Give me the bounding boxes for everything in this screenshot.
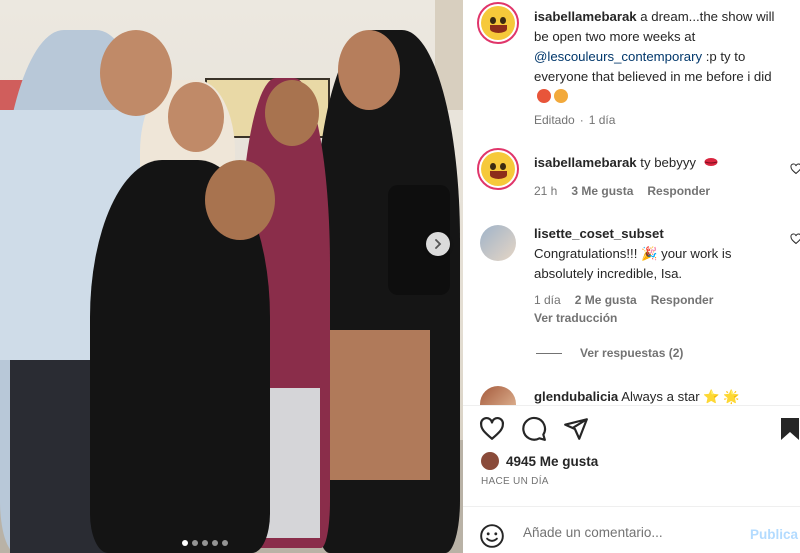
comment-avatar[interactable] [480,225,516,261]
carousel-dots [182,540,228,546]
view-replies-button[interactable]: Ver respuestas (2) [536,346,683,360]
comment-input[interactable] [523,525,763,540]
divider [463,405,800,406]
face [100,30,172,116]
comment-likes-link[interactable]: 3 Me gusta [571,184,633,198]
face [338,30,400,110]
carousel-dot[interactable] [202,540,208,546]
caption-meta: Editado · 1 día [534,113,616,127]
comment-username[interactable]: isabellamebarak [534,155,637,170]
post-time: HACE UN DÍA [481,476,549,487]
carousel-next-button[interactable] [426,232,450,256]
comment-likes-link[interactable]: 2 Me gusta [575,293,637,307]
face [168,82,224,152]
emoji-icon [537,89,551,103]
see-translation-link[interactable]: Ver traducción [534,311,617,325]
mention-link[interactable]: @lescouleurs_contemporary [534,49,702,64]
comment-text: isabellamebarak ty bebyyy [534,153,788,173]
caption-avatar[interactable] [477,2,519,44]
divider-line [536,352,562,354]
add-comment-bar: Publica [463,513,800,553]
carousel-dot[interactable] [222,540,228,546]
comment-meta: 21 h 3 Me gusta Responder [534,184,711,198]
comment-text: glendubalicia Always a star ⭐ 🌟 [534,389,740,404]
comments-list[interactable]: isabellamebarak a dream...the show will … [463,0,800,405]
emoji-icon [554,89,568,103]
divider [463,506,800,507]
comment-avatar[interactable] [477,148,519,190]
comment-icon[interactable] [521,416,547,442]
comment-meta: 1 día 2 Me gusta Responder [534,293,714,307]
liker-avatar [480,451,500,471]
publish-button[interactable]: Publica [750,527,798,542]
heart-icon[interactable] [790,163,800,175]
comment-text: lisette_coset_subset Congratulations!!! … [534,224,788,284]
kiss-lips-icon [704,158,718,166]
heart-icon[interactable] [790,233,800,245]
post-actions [479,416,589,442]
likes-summary[interactable]: 4945 Me gusta [480,451,598,471]
chevron-right-icon [435,239,442,249]
carousel-dot[interactable] [192,540,198,546]
caption-text: isabellamebarak a dream...the show will … [534,7,788,107]
post-photo[interactable] [0,0,463,553]
carousel-dot[interactable] [182,540,188,546]
face [265,80,319,146]
post-side-panel: isabellamebarak a dream...the show will … [463,0,800,553]
reply-button[interactable]: Responder [651,293,714,307]
face [205,160,275,240]
comment-username[interactable]: glendubalicia [534,389,618,404]
heart-icon[interactable] [479,416,505,442]
likes-count[interactable]: 4945 Me gusta [506,454,598,469]
comment-avatar[interactable] [480,386,516,405]
caption-username[interactable]: isabellamebarak [534,9,637,24]
comment-username[interactable]: lisette_coset_subset [534,224,788,244]
share-icon[interactable] [563,416,589,442]
reply-button[interactable]: Responder [647,184,710,198]
carousel-dot[interactable] [212,540,218,546]
emoji-icon[interactable] [479,523,505,549]
bookmark-icon[interactable] [779,416,800,442]
